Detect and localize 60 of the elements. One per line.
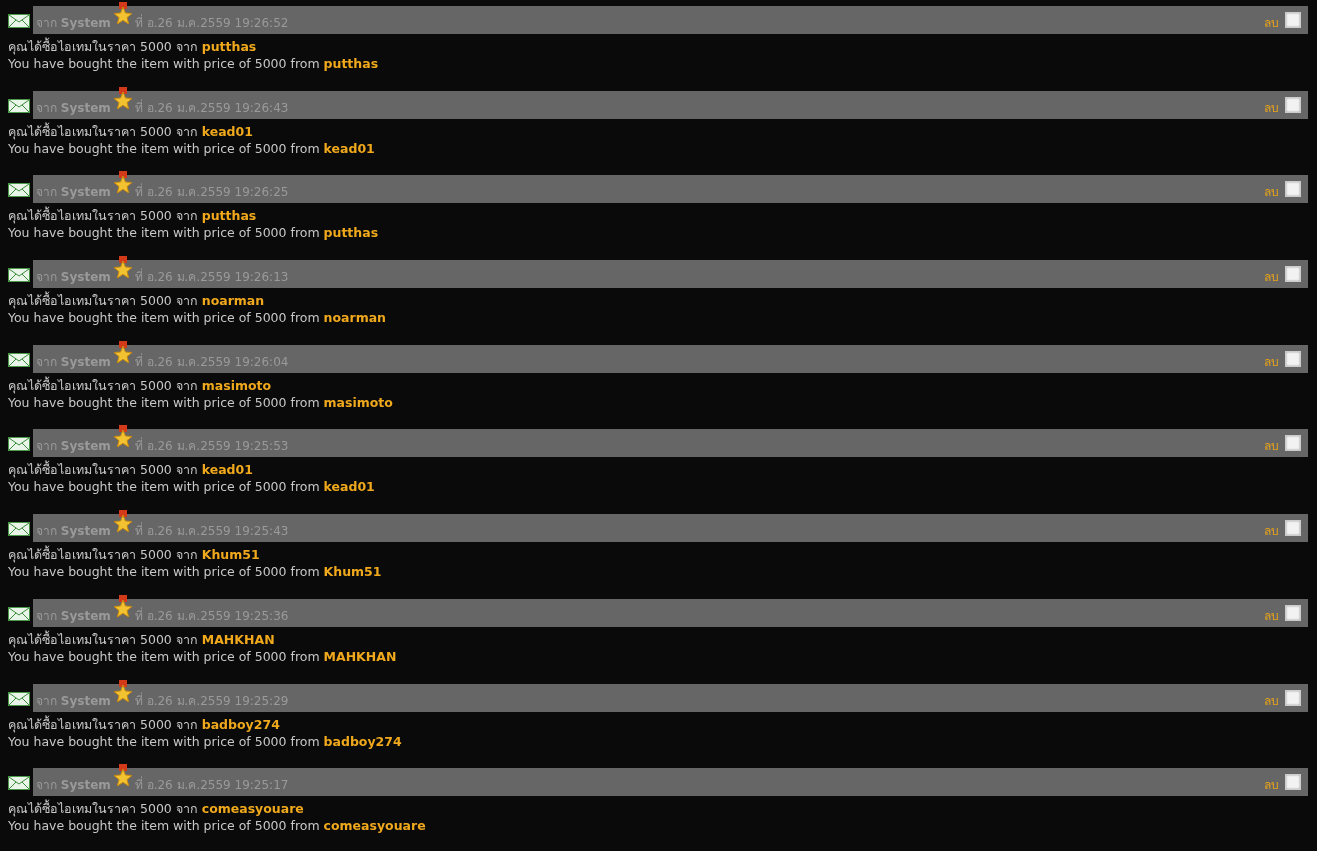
select-checkbox[interactable]: [1285, 604, 1301, 621]
medal-star-icon: [112, 594, 133, 617]
delete-link[interactable]: ลบ: [1264, 605, 1279, 625]
message-text: คุณได้ซื้อไอเทมในราคา 5000 จาก putthas: [8, 207, 258, 225]
select-checkbox[interactable]: [1285, 350, 1301, 367]
select-checkbox[interactable]: [1285, 181, 1301, 198]
delete-link[interactable]: ลบ: [1264, 13, 1279, 32]
envelope-icon: [8, 352, 30, 367]
envelope-icon: [8, 691, 30, 706]
message-text: คุณได้ซื้อไอเทมในราคา 5000 จาก masimoto: [8, 376, 273, 394]
select-checkbox[interactable]: [1285, 520, 1301, 537]
medal-star-icon: [112, 510, 133, 533]
message-text: You have bought the item with price of 5000 from putthas: [8, 224, 380, 242]
medal-star-icon: [112, 425, 133, 448]
select-checkbox[interactable]: [1285, 266, 1301, 283]
medal-star-icon: [112, 764, 133, 787]
select-checkbox[interactable]: [1285, 435, 1301, 452]
message-text: คุณได้ซื้อไอเทมในราคา 5000 จาก MAHKHAN: [8, 630, 276, 648]
message-text: You have bought the item with price of 5000 from noarman: [8, 309, 387, 327]
envelope-icon: [8, 98, 30, 113]
envelope-icon: [8, 268, 30, 283]
message-text: คุณได้ซื้อไอเทมในราคา 5000 จาก noarman: [8, 292, 266, 310]
message-text: คุณได้ซื้อไอเทมในราคา 5000 จาก kead01: [8, 461, 254, 479]
envelope-icon: [8, 606, 30, 621]
delete-link[interactable]: ลบ: [1264, 97, 1279, 117]
message-text: You have bought the item with price of 5000 from badboy274: [8, 733, 403, 750]
select-checkbox[interactable]: [1285, 689, 1301, 706]
medal-star-icon: [112, 679, 133, 702]
select-checkbox[interactable]: [1285, 774, 1301, 791]
message-text: You have bought the item with price of 5000 from MAHKHAN: [8, 648, 398, 665]
delete-link[interactable]: ลบ: [1264, 690, 1279, 710]
envelope-icon: [8, 522, 30, 537]
message-text: You have bought the item with price of 5000 from kead01: [8, 478, 376, 496]
message-text: คุณได้ซื้อไอเทมในราคา 5000 จาก putthas: [8, 38, 258, 55]
delete-link[interactable]: ลบ: [1264, 775, 1279, 795]
medal-star-icon: [112, 340, 133, 363]
message-text: คุณได้ซื้อไอเทมในราคา 5000 จาก badboy274: [8, 715, 281, 733]
message-text: You have bought the item with price of 5000 from masimoto: [8, 394, 394, 411]
medal-star-icon: [112, 256, 133, 279]
message-text: You have bought the item with price of 5000 from putthas: [8, 55, 380, 72]
message-text: You have bought the item with price of 5000 from kead01: [8, 140, 376, 157]
message-text: คุณได้ซื้อไอเทมในราคา 5000 จาก comeasyouare: [8, 800, 305, 818]
medal-star-icon: [112, 171, 133, 194]
delete-link[interactable]: ลบ: [1264, 436, 1279, 456]
envelope-icon: [8, 14, 30, 28]
envelope-icon: [8, 437, 30, 452]
delete-link[interactable]: ลบ: [1264, 351, 1279, 371]
delete-link[interactable]: ลบ: [1264, 521, 1279, 541]
message-text: คุณได้ซื้อไอเทมในราคา 5000 จาก kead01: [8, 122, 254, 140]
message-text: You have bought the item with price of 5000 from Khum51: [8, 563, 383, 581]
envelope-icon: [8, 183, 30, 198]
select-checkbox[interactable]: [1285, 12, 1301, 28]
envelope-icon: [8, 776, 30, 791]
medal-star-icon: [112, 2, 133, 24]
select-checkbox[interactable]: [1285, 96, 1301, 113]
medal-star-icon: [112, 86, 133, 109]
message-text: You have bought the item with price of 5000 from comeasyouare: [8, 817, 427, 835]
message-text: คุณได้ซื้อไอเทมในราคา 5000 จาก Khum51: [8, 546, 261, 564]
delete-link[interactable]: ลบ: [1264, 182, 1279, 202]
delete-link[interactable]: ลบ: [1264, 267, 1279, 287]
